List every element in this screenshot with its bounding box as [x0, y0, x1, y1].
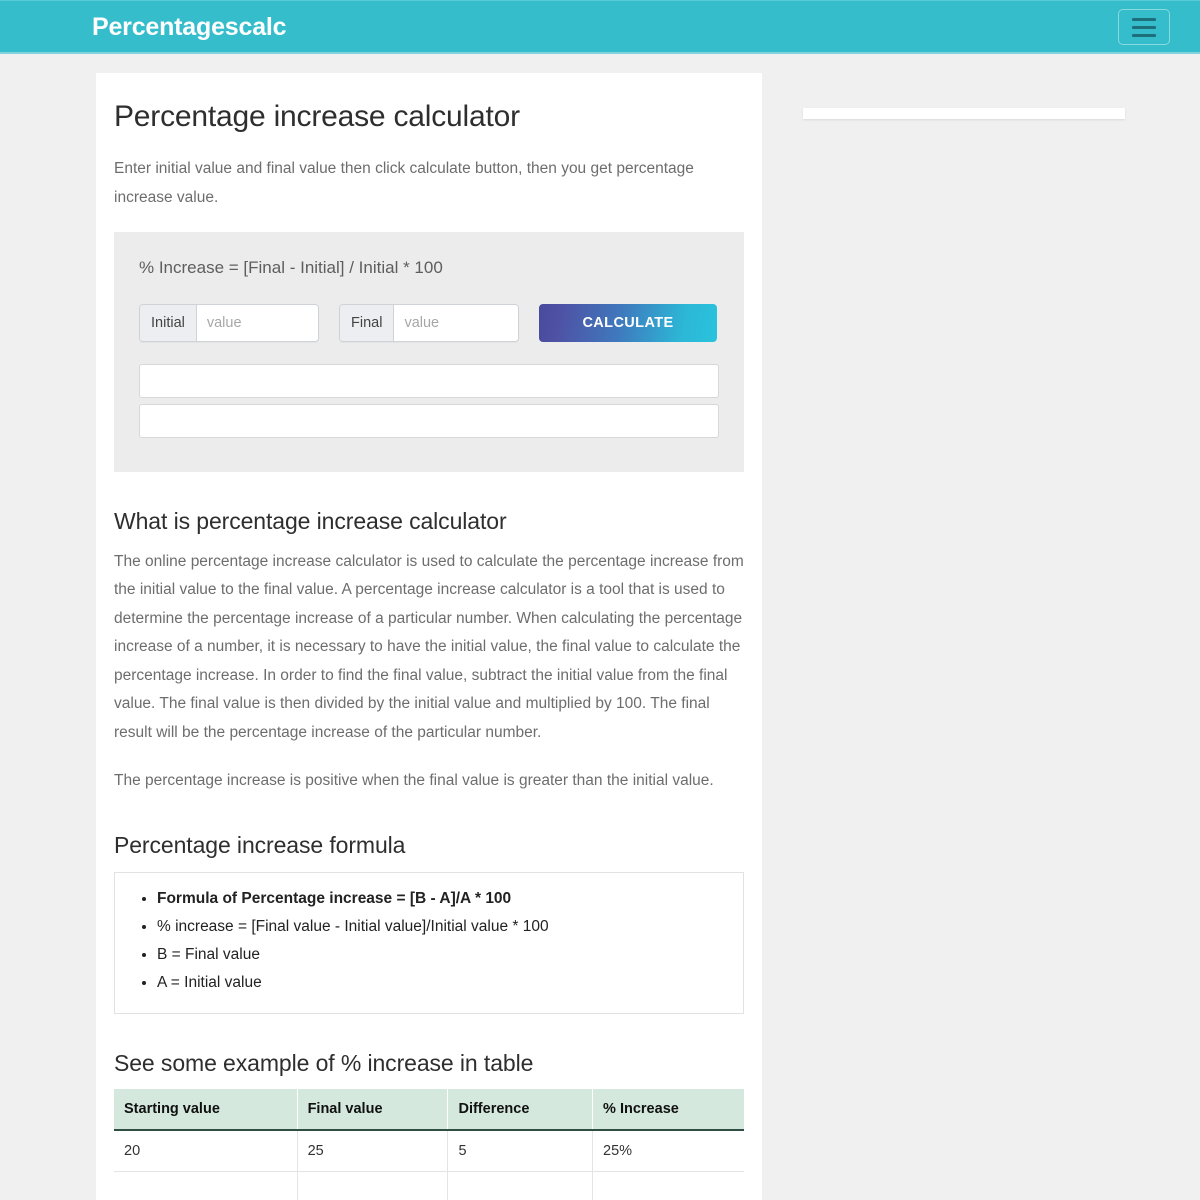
menu-bar-3 [1132, 33, 1156, 37]
menu-bar-1 [1132, 17, 1156, 21]
what-is-paragraph-1: The online percentage increase calculato… [114, 552, 744, 741]
cell-final-value [297, 1171, 449, 1200]
result-output-2 [139, 404, 719, 439]
cell-starting-value [114, 1171, 298, 1200]
initial-value-input-group[interactable]: Initial [139, 304, 319, 343]
hamburger-menu-icon[interactable] [1118, 9, 1170, 45]
column-header-starting-value: Starting value [114, 1089, 298, 1132]
examples-table-body: 20 25 5 25% [114, 1130, 744, 1200]
ad-slot [803, 108, 1125, 119]
calculator-panel: % Increase = [Final - Initial] / Initial… [114, 232, 744, 473]
formula-list: Formula of Percentage increase = [B - A]… [115, 885, 743, 997]
formula-list-item: % increase = [Final value - Initial valu… [157, 913, 743, 941]
result-output-1 [139, 364, 719, 399]
final-value-input-group[interactable]: Final [339, 304, 519, 343]
final-value-input[interactable] [394, 305, 518, 342]
final-value-label: Final [340, 305, 395, 342]
what-is-heading: What is percentage increase calculator [114, 508, 507, 535]
cell-starting-value: 20 [114, 1130, 298, 1173]
examples-table-head: Starting value Final value Difference % … [114, 1089, 744, 1132]
what-is-paragraph-2: The percentage increase is positive when… [114, 772, 714, 790]
examples-table: Starting value Final value Difference % … [114, 1089, 744, 1200]
initial-value-input[interactable] [196, 305, 318, 342]
site-brand[interactable]: Percentagescalc [92, 14, 287, 40]
page-title: Percentage increase calculator [114, 100, 520, 133]
formula-list-item: A = Initial value [157, 969, 743, 997]
initial-value-label: Initial [140, 305, 197, 342]
top-navbar: Percentagescalc [0, 0, 1200, 54]
cell-percent-increase [592, 1171, 744, 1200]
table-heading: See some example of % increase in table [114, 1049, 534, 1076]
sidebar-column [803, 73, 1200, 119]
table-header-row: Starting value Final value Difference % … [114, 1089, 744, 1132]
cell-percent-increase: 25% [592, 1130, 744, 1173]
formula-list-item: B = Final value [157, 941, 743, 969]
table-row [114, 1171, 744, 1200]
cell-difference [447, 1171, 594, 1200]
calculator-controls-row: Initial Final CALCULATE [139, 304, 719, 343]
main-content-card: Percentage increase calculator Enter ini… [96, 73, 762, 1200]
formula-box: Formula of Percentage increase = [B - A]… [114, 871, 744, 1014]
cell-final-value: 25 [297, 1130, 449, 1173]
page-layout: Percentage increase calculator Enter ini… [0, 54, 1200, 1200]
cell-difference: 5 [447, 1130, 594, 1173]
table-row: 20 25 5 25% [114, 1130, 744, 1173]
page-lead-text: Enter initial value and final value then… [114, 160, 694, 206]
column-header-final-value: Final value [297, 1089, 449, 1132]
calculate-button[interactable]: CALCULATE [539, 304, 717, 343]
calculator-formula-text: % Increase = [Final - Initial] / Initial… [139, 258, 443, 277]
formula-heading: Percentage increase formula [114, 831, 406, 858]
menu-bar-2 [1132, 25, 1156, 29]
column-header-percent-increase: % Increase [592, 1089, 744, 1132]
column-header-difference: Difference [447, 1089, 594, 1132]
formula-list-item: Formula of Percentage increase = [B - A]… [157, 885, 743, 913]
